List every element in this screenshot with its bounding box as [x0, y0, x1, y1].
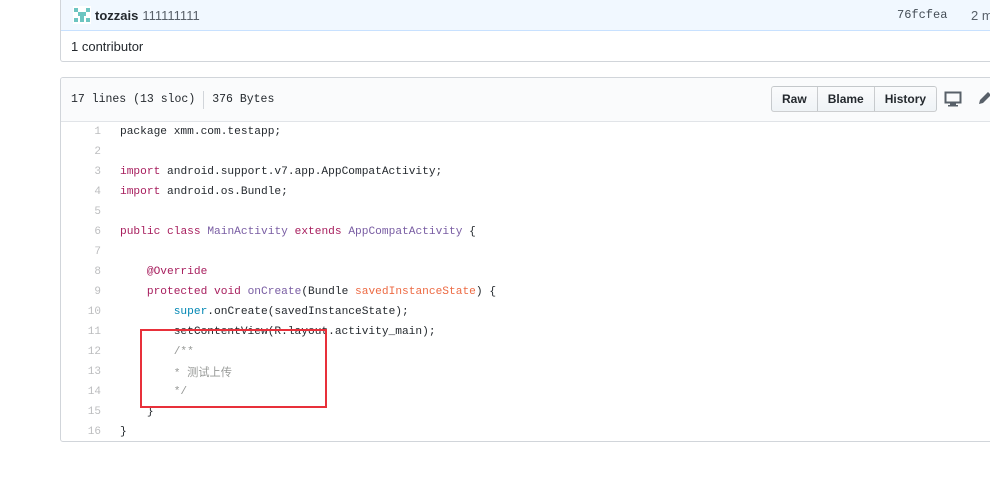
code-line: 13 * 测试上传 — [61, 362, 990, 382]
file-size: 376 Bytes — [212, 93, 275, 106]
code-text: /** — [120, 346, 194, 358]
code-line: 1 package xmm.com.testapp; — [61, 122, 990, 142]
code-line: 7 — [61, 242, 990, 262]
commit-message[interactable]: 111111111 — [142, 8, 199, 23]
code-token: AppCompatActivity — [348, 226, 463, 238]
code-text: setContentView(R.layout.activity_main); — [120, 326, 436, 338]
code-token: */ — [120, 386, 188, 398]
line-number[interactable]: 14 — [61, 386, 101, 398]
commit-author[interactable]: tozzais — [95, 8, 138, 23]
line-number[interactable]: 8 — [61, 266, 101, 278]
line-number[interactable]: 1 — [61, 126, 101, 138]
file-actions: Raw Blame History — [771, 86, 938, 112]
history-button[interactable]: History — [873, 86, 938, 112]
code-line: 11 setContentView(R.layout.activity_main… — [61, 322, 990, 342]
code-token: class — [167, 226, 201, 238]
line-number[interactable]: 2 — [61, 146, 101, 158]
code-token: } — [120, 406, 154, 418]
code-token: .onCreate(savedInstanceState); — [207, 306, 409, 318]
raw-button[interactable]: Raw — [771, 86, 818, 112]
line-number[interactable]: 6 — [61, 226, 101, 238]
code-text: package xmm.com.testapp; — [120, 126, 281, 138]
commit-tease: tozzais 111111111 76fcfea 2 minut 1 cont… — [60, 0, 990, 62]
line-number[interactable]: 3 — [61, 166, 101, 178]
code-token: MainActivity — [207, 226, 288, 238]
code-token: { — [462, 226, 476, 238]
code-token: setContentView(R.layout.activity_main); — [120, 326, 436, 338]
avatar[interactable] — [73, 6, 91, 24]
line-number[interactable]: 4 — [61, 186, 101, 198]
code-token: onCreate — [247, 286, 302, 298]
code-token: /** — [120, 346, 194, 358]
file-header: 17 lines (13 sloc) 376 Bytes Raw Blame H… — [61, 78, 990, 122]
line-number[interactable]: 7 — [61, 246, 101, 258]
code-line: 2 — [61, 142, 990, 162]
code-token: public — [120, 226, 161, 238]
code-token: } — [120, 426, 127, 438]
code-text: } — [120, 426, 127, 438]
file-line-count: 17 lines (13 sloc) — [71, 93, 196, 106]
code-line: 10 super.onCreate(savedInstanceState); — [61, 302, 990, 322]
code-token: * 测试上传 — [120, 368, 232, 380]
code-line: 6 public class MainActivity extends AppCo… — [61, 222, 990, 242]
code-line: 16} — [61, 422, 990, 441]
commit-sha[interactable]: 76fcfea — [897, 8, 947, 22]
code-token: savedInstanceState — [355, 286, 476, 298]
line-number[interactable]: 15 — [61, 406, 101, 418]
code-token: super — [173, 306, 208, 318]
code-token: android.support.v7.app.AppCompatActivity… — [160, 166, 443, 178]
code-text: super.onCreate(savedInstanceState); — [120, 306, 409, 318]
code-token: import — [120, 186, 161, 198]
line-number[interactable]: 9 — [61, 286, 101, 298]
line-number[interactable]: 13 — [61, 366, 101, 378]
code-text: import android.support.v7.app.AppCompatA… — [120, 166, 442, 178]
code-listing: 1 package xmm.com.testapp; 2 3 import androi… — [61, 122, 990, 441]
code-token: void — [214, 286, 241, 298]
code-token: (Bundle — [301, 286, 356, 298]
code-token: import — [120, 166, 161, 178]
code-text: public class MainActivity extends AppCom… — [120, 226, 476, 238]
code-token: @Override — [146, 266, 208, 278]
pencil-icon[interactable] — [976, 91, 990, 107]
latest-commit-bar: tozzais 111111111 76fcfea 2 minut — [61, 0, 990, 31]
code-line: 9 protected void onCreate(Bundle savedIn… — [61, 282, 990, 302]
line-number[interactable]: 12 — [61, 346, 101, 358]
code-text: protected void onCreate(Bundle savedInst… — [120, 286, 496, 298]
code-line: 15 } — [61, 402, 990, 422]
contributors-link[interactable]: 1 contributor — [61, 31, 990, 62]
desktop-icon[interactable] — [944, 91, 962, 107]
line-number[interactable]: 11 — [61, 326, 101, 338]
code-text: } — [120, 406, 154, 418]
code-token: android.os.Bundle; — [160, 186, 288, 198]
code-text: */ — [120, 386, 187, 398]
info-divider — [203, 90, 205, 109]
commit-time: 2 minut — [971, 7, 990, 23]
line-number[interactable]: 10 — [61, 306, 101, 318]
line-number[interactable]: 16 — [61, 426, 101, 438]
code-text: @Override — [120, 266, 207, 278]
code-token: protected — [146, 286, 208, 298]
code-token: package xmm.com.testapp; — [120, 126, 282, 138]
code-token: ) { — [475, 286, 497, 298]
code-line: 3 import android.support.v7.app.AppCompat… — [61, 162, 990, 182]
code-text: import android.os.Bundle; — [120, 186, 288, 198]
code-text: * 测试上传 — [120, 364, 232, 380]
code-line: 14 */ — [61, 382, 990, 402]
code-line: 12 /** — [61, 342, 990, 362]
code-token: extends — [294, 226, 342, 238]
code-line: 4 import android.os.Bundle; — [61, 182, 990, 202]
file-viewer: 17 lines (13 sloc) 376 Bytes Raw Blame H… — [60, 77, 990, 442]
code-line: 5 — [61, 202, 990, 222]
blame-button[interactable]: Blame — [816, 86, 875, 112]
code-line: 8 @Override — [61, 262, 990, 282]
line-number[interactable]: 5 — [61, 206, 101, 218]
